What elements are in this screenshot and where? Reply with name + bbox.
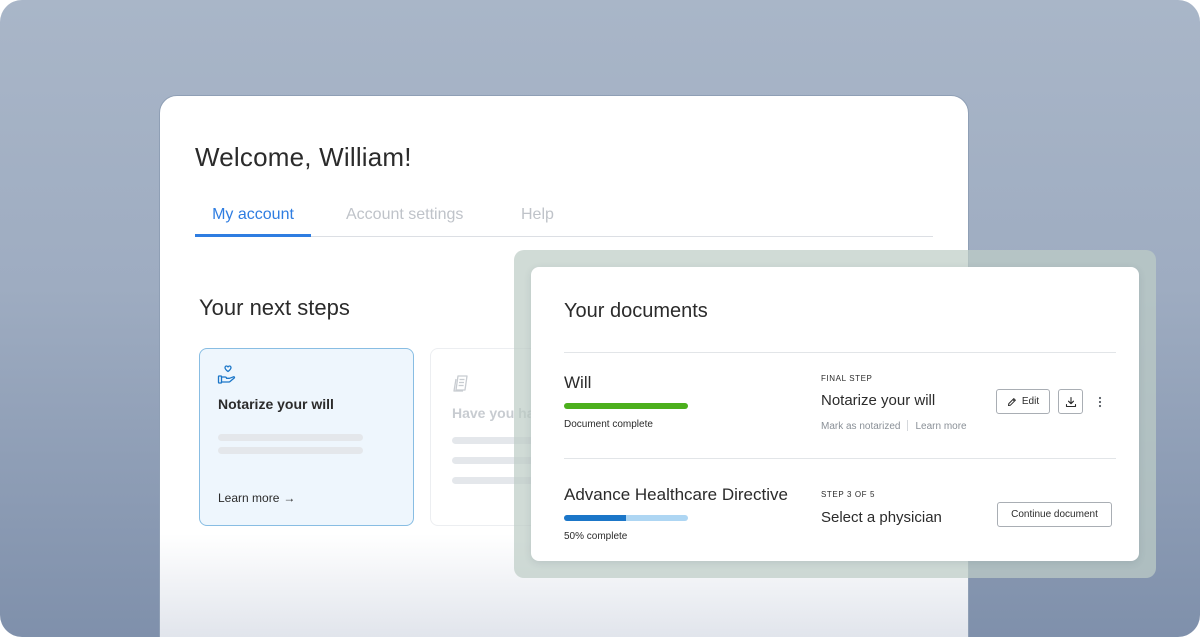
link-separator (907, 420, 909, 431)
progress-fill (564, 515, 626, 521)
document-links: Mark as notarized Learn more (821, 420, 967, 432)
learn-more-link[interactable]: Learn more (915, 421, 966, 432)
next-step-title: Notarize your will (218, 396, 334, 412)
mark-as-notarized-link[interactable]: Mark as notarized (821, 421, 900, 432)
documents-heading: Your documents (564, 300, 708, 322)
placeholder-line (218, 447, 363, 454)
document-status: Document complete (564, 419, 653, 430)
divider (564, 352, 1116, 353)
progress-bar (564, 403, 688, 409)
progress-fill (564, 403, 688, 409)
placeholder-line (218, 434, 363, 441)
document-name: Advance Healthcare Directive (564, 485, 788, 504)
background: Welcome, William! My account Account set… (0, 0, 1200, 637)
continue-document-label: Continue document (1011, 509, 1098, 520)
tab-bar: My account Account settings Help (195, 200, 933, 237)
edit-button-label: Edit (1021, 396, 1040, 407)
download-button[interactable] (1058, 389, 1083, 414)
step-label: STEP 3 OF 5 (821, 490, 876, 499)
page-title: Welcome, William! (195, 142, 412, 172)
divider (564, 458, 1116, 459)
step-name: Notarize your will (821, 392, 936, 409)
step-name: Select a physician (821, 509, 942, 526)
edit-button[interactable]: Edit (996, 389, 1050, 414)
hand-heart-icon (217, 364, 237, 386)
tab-my-account[interactable]: My account (195, 200, 311, 237)
next-step-card-notarize[interactable]: Notarize your will Learn more → (199, 348, 414, 526)
tab-account-settings[interactable]: Account settings (346, 200, 463, 237)
step-label: FINAL STEP (821, 374, 873, 383)
next-steps-heading: Your next steps (199, 295, 350, 320)
continue-document-button[interactable]: Continue document (997, 502, 1112, 527)
document-status: 50% complete (564, 531, 628, 542)
pencil-icon (1007, 397, 1017, 407)
tab-help[interactable]: Help (521, 200, 554, 237)
documents-panel: Your documents Will Document complete FI… (531, 267, 1139, 561)
document-stack-icon (452, 374, 472, 394)
more-options-icon[interactable] (1097, 395, 1103, 409)
document-name: Will (564, 373, 592, 392)
learn-more-link[interactable]: Learn more → (218, 491, 295, 505)
download-icon (1065, 396, 1077, 408)
progress-bar (564, 515, 688, 521)
learn-more-label: Learn more (218, 491, 280, 505)
arrow-right-icon: → (283, 491, 296, 505)
